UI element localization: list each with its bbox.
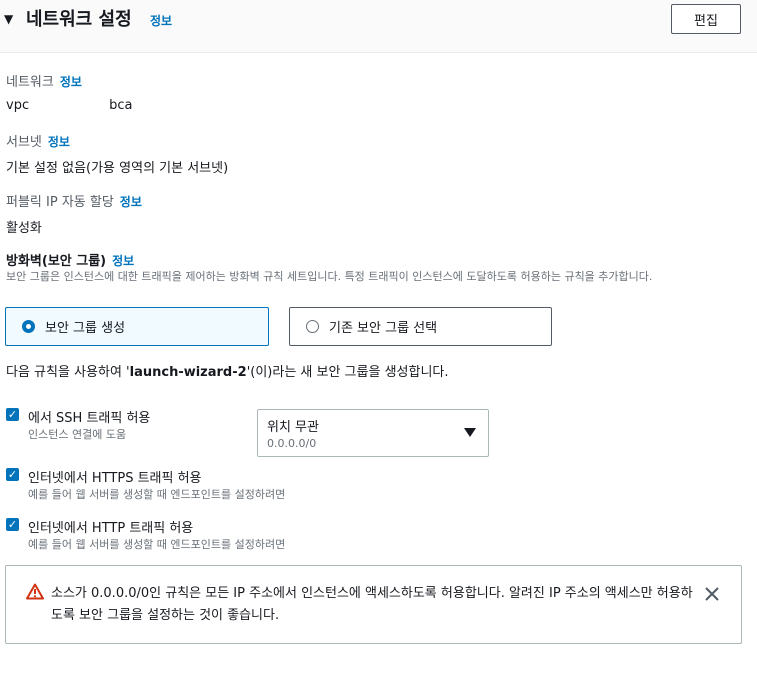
- close-icon[interactable]: [704, 586, 720, 602]
- create-security-group-tile[interactable]: 보안 그룹 생성: [5, 307, 269, 346]
- warning-alert: 소스가 0.0.0.0/0인 규칙은 모든 IP 주소에서 인스턴스에 액세스하…: [5, 565, 742, 644]
- ssh-rule-label: 에서 SSH 트래픽 허용: [28, 411, 151, 426]
- ssh-rule-checkbox[interactable]: ✓: [6, 408, 19, 421]
- public-ip-value: 활성화: [6, 221, 42, 236]
- warning-icon: [26, 583, 44, 604]
- firewall-label-row: 방화벽(보안 그룹) 정보: [6, 250, 134, 269]
- security-group-name: launch-wizard-2: [129, 365, 247, 380]
- subnet-info-link[interactable]: 정보: [48, 135, 70, 149]
- collapse-caret-icon[interactable]: ▼: [4, 12, 13, 26]
- firewall-label: 방화벽(보안 그룹): [6, 254, 107, 269]
- section-info-link[interactable]: 정보: [150, 12, 172, 29]
- http-rule-checkbox[interactable]: ✓: [6, 518, 19, 531]
- rule-description-prefix: 다음 규칙을 사용하여 ': [6, 365, 130, 380]
- subnet-label: 서브넷: [6, 135, 42, 150]
- create-security-group-label: 보안 그룹 생성: [45, 321, 126, 336]
- section-title: 네트워크 설정: [26, 9, 132, 30]
- select-existing-security-group-tile[interactable]: 기존 보안 그룹 선택: [289, 307, 552, 346]
- firewall-info-link[interactable]: 정보: [112, 254, 134, 268]
- select-existing-security-group-radio[interactable]: [306, 320, 319, 333]
- https-rule-sublabel: 예를 들어 웹 서버를 생성할 때 엔드포인트를 설정하려면: [28, 488, 286, 501]
- https-rule-label: 인터넷에서 HTTPS 트래픽 허용: [28, 471, 202, 486]
- subnet-label-row: 서브넷 정보: [6, 131, 70, 150]
- section-header: ▼ 네트워크 설정 정보 편집: [0, 0, 757, 53]
- ssh-source-selected: 위치 무관: [267, 420, 319, 435]
- select-existing-security-group-label: 기존 보안 그룹 선택: [329, 321, 438, 336]
- edit-button[interactable]: 편집: [671, 4, 741, 34]
- redacted-area: [29, 99, 110, 109]
- create-security-group-radio[interactable]: [22, 320, 35, 333]
- public-ip-label-row: 퍼블릭 IP 자동 할당 정보: [6, 191, 142, 210]
- ssh-source-select[interactable]: 위치 무관 0.0.0.0/0: [257, 409, 489, 457]
- caret-down-icon: [464, 428, 476, 437]
- network-value-prefix: vpc: [6, 98, 30, 113]
- public-ip-info-link[interactable]: 정보: [120, 195, 142, 209]
- ssh-source-cidr: 0.0.0.0/0: [267, 437, 317, 450]
- http-rule-label: 인터넷에서 HTTP 트래픽 허용: [28, 521, 194, 536]
- firewall-description: 보안 그룹은 인스턴스에 대한 트래픽을 제어하는 방화벽 규칙 세트입니다. …: [6, 270, 653, 283]
- network-label-row: 네트워크 정보: [6, 71, 82, 90]
- subnet-value: 기본 설정 없음(가용 영역의 기본 서브넷): [6, 161, 229, 176]
- http-rule-sublabel: 예를 들어 웹 서버를 생성할 때 엔드포인트를 설정하려면: [28, 538, 286, 551]
- network-label: 네트워크: [6, 75, 54, 90]
- rule-description-suffix: '(이)라는 새 보안 그룹을 생성합니다.: [246, 365, 449, 380]
- https-rule-checkbox[interactable]: ✓: [6, 468, 19, 481]
- public-ip-label: 퍼블릭 IP 자동 할당: [6, 195, 114, 210]
- network-info-link[interactable]: 정보: [60, 75, 82, 89]
- network-value: vpc bca: [6, 98, 132, 113]
- warning-text: 소스가 0.0.0.0/0인 규칙은 모든 IP 주소에서 인스턴스에 액세스하…: [51, 586, 693, 623]
- ssh-rule-sublabel: 인스턴스 연결에 도움: [28, 428, 127, 441]
- rule-description: 다음 규칙을 사용하여 'launch-wizard-2'(이)라는 새 보안 …: [6, 361, 449, 380]
- network-value-suffix: bca: [109, 98, 133, 113]
